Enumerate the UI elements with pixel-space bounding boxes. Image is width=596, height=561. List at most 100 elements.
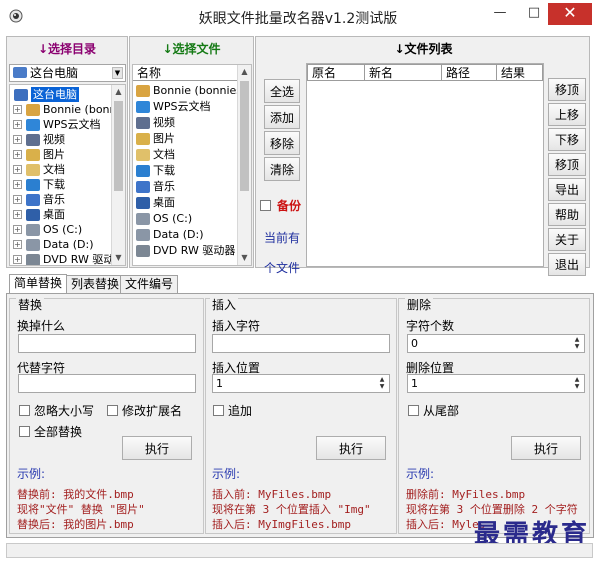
change-ext-checkbox[interactable] [107,405,118,416]
directory-tree-item[interactable]: 这台电脑 [10,87,110,102]
insert-example-line: 插入后: MyImgFiles.bmp [212,518,351,531]
chevron-down-icon[interactable]: ▼ [112,67,123,79]
expand-icon[interactable]: + [13,180,22,189]
move-down-button[interactable]: 下移 [548,128,586,151]
find-input[interactable] [18,334,196,353]
delete-position-spinner[interactable]: 1 ▲ ▼ [407,374,585,393]
drive-combo-value: 这台电脑 [30,66,79,80]
file-list-item[interactable]: 下载 [135,163,237,178]
expand-icon[interactable]: + [13,210,22,219]
about-button[interactable]: 关于 [548,228,586,251]
append-checkbox[interactable] [213,405,224,416]
replace-example-title: 示例: [17,467,46,481]
expand-icon[interactable]: + [13,150,22,159]
scroll-up-arrow-icon[interactable]: ▲ [112,85,125,99]
move-top-button[interactable]: 移顶 [548,153,586,176]
file-list-label: DVD RW 驱动器 (E [153,244,251,257]
file-scrollbar[interactable]: ▲ ▼ [237,65,251,265]
file-column-name[interactable]: 名称 [133,65,239,81]
file-list-item[interactable]: Bonnie (bonniess) [135,83,251,98]
scroll-up-arrow-icon[interactable]: ▲ [238,65,251,79]
tab-simple-replace[interactable]: 简单替换 [9,274,68,294]
file-list-item[interactable]: 图片 [135,131,237,146]
insert-position-spinner[interactable]: 1 ▲ ▼ [212,374,390,393]
drive-icon [136,213,150,225]
tab-file-numbering[interactable]: 文件编号 [120,275,179,294]
expand-icon[interactable]: + [13,225,22,234]
user-folder-icon [26,104,40,116]
column-result[interactable]: 结果 [496,64,543,81]
tab-list-replace[interactable]: 列表替换 [66,275,125,294]
directory-tree-item[interactable]: + WPS云文档 [10,117,110,132]
directory-tree-item[interactable]: + 文档 [10,162,110,177]
from-end-checkbox[interactable] [408,405,419,416]
spin-arrows-icon[interactable]: ▲ ▼ [571,336,583,351]
drive-icon [26,224,40,236]
expand-icon[interactable]: + [13,240,22,249]
move-up-button[interactable]: 上移 [548,103,586,126]
remove-button[interactable]: 移除 [264,131,300,155]
insert-run-button[interactable]: 执行 [316,436,386,460]
scroll-thumb[interactable] [240,81,249,191]
directory-tree-item[interactable]: + OS (C:) [10,222,110,237]
scroll-down-arrow-icon[interactable]: ▼ [112,251,125,265]
insert-chars-input[interactable] [212,334,390,353]
delete-count-value: 0 [411,337,418,350]
add-button[interactable]: 添加 [264,105,300,129]
minimize-button[interactable]: — [486,4,514,24]
directory-tree-item[interactable]: + Data (D:) [10,237,110,252]
expand-icon[interactable]: + [13,165,22,174]
directory-tree-item[interactable]: + 音乐 [10,192,110,207]
replace-run-button[interactable]: 执行 [122,436,192,460]
scroll-thumb[interactable] [114,101,123,191]
directory-tree-label: Bonnie (bonni [43,103,120,116]
file-list-item[interactable]: 文档 [135,147,237,162]
column-original-name[interactable]: 原名 [307,64,365,81]
file-list-item[interactable]: DVD RW 驱动器 (E [135,243,250,258]
directory-tree-item[interactable]: + 图片 [10,147,110,162]
spin-arrows-icon[interactable]: ▲ ▼ [571,376,583,391]
backup-label: 备份 [277,199,302,213]
directory-tree-item[interactable]: + 视频 [10,132,110,147]
directory-tree-label: 这台电脑 [31,87,79,102]
select-all-button[interactable]: 全选 [264,79,300,103]
file-list-item[interactable]: 桌面 [135,195,237,210]
spin-arrows-icon[interactable]: ▲ ▼ [376,376,388,391]
backup-checkbox[interactable] [260,200,271,211]
file-list-item[interactable]: 视频 [135,115,237,130]
column-path[interactable]: 路径 [441,64,497,81]
file-list-item[interactable]: OS (C:) [135,211,237,226]
directory-scrollbar[interactable]: ▲ ▼ [111,85,125,265]
expand-icon[interactable]: + [13,135,22,144]
replace-input[interactable] [18,374,196,393]
scroll-down-arrow-icon[interactable]: ▼ [238,251,251,265]
maximize-button[interactable]: □ [520,4,548,24]
close-button[interactable]: ✕ [548,3,592,25]
delete-count-spinner[interactable]: 0 ▲ ▼ [407,334,585,353]
file-list-item[interactable]: Data (D:) [135,227,237,242]
file-list-table[interactable]: 原名 新名 路径 结果 [306,63,544,267]
exit-button[interactable]: 退出 [548,253,586,276]
ignore-case-checkbox[interactable] [19,405,30,416]
expand-icon[interactable]: + [13,105,22,114]
delete-run-button[interactable]: 执行 [511,436,581,460]
clear-button[interactable]: 清除 [264,157,300,181]
file-list-item[interactable]: WPS云文档 [135,99,237,114]
expand-icon[interactable]: + [13,120,22,129]
column-new-name[interactable]: 新名 [364,64,442,81]
drive-combo[interactable]: 这台电脑 ▼ [9,64,126,82]
delete-count-label: 字符个数 [406,319,455,333]
directory-tree-item[interactable]: + 下载 [10,177,110,192]
directory-tree-item[interactable]: + DVD RW 驱动 [10,252,114,265]
directory-tree[interactable]: 这台电脑 + Bonnie (bonni + WPS云文档 + 视频 + 图片 + 文档 + 下载 + 音乐… [9,84,126,266]
help-button[interactable]: 帮助 [548,203,586,226]
expand-icon[interactable]: + [13,195,22,204]
move-top-button[interactable]: 移顶 [548,78,586,101]
directory-tree-item[interactable]: + Bonnie (bonni [10,102,120,117]
file-list-item[interactable]: 音乐 [135,179,237,194]
directory-tree-item[interactable]: + 桌面 [10,207,110,222]
file-list[interactable]: 名称 Bonnie (bonniess) WPS云文档 视频 图片 文档 下载 音乐 桌面 OS… [132,64,252,266]
expand-icon[interactable]: + [13,255,22,264]
replace-all-checkbox[interactable] [19,426,30,437]
export-button[interactable]: 导出 [548,178,586,201]
